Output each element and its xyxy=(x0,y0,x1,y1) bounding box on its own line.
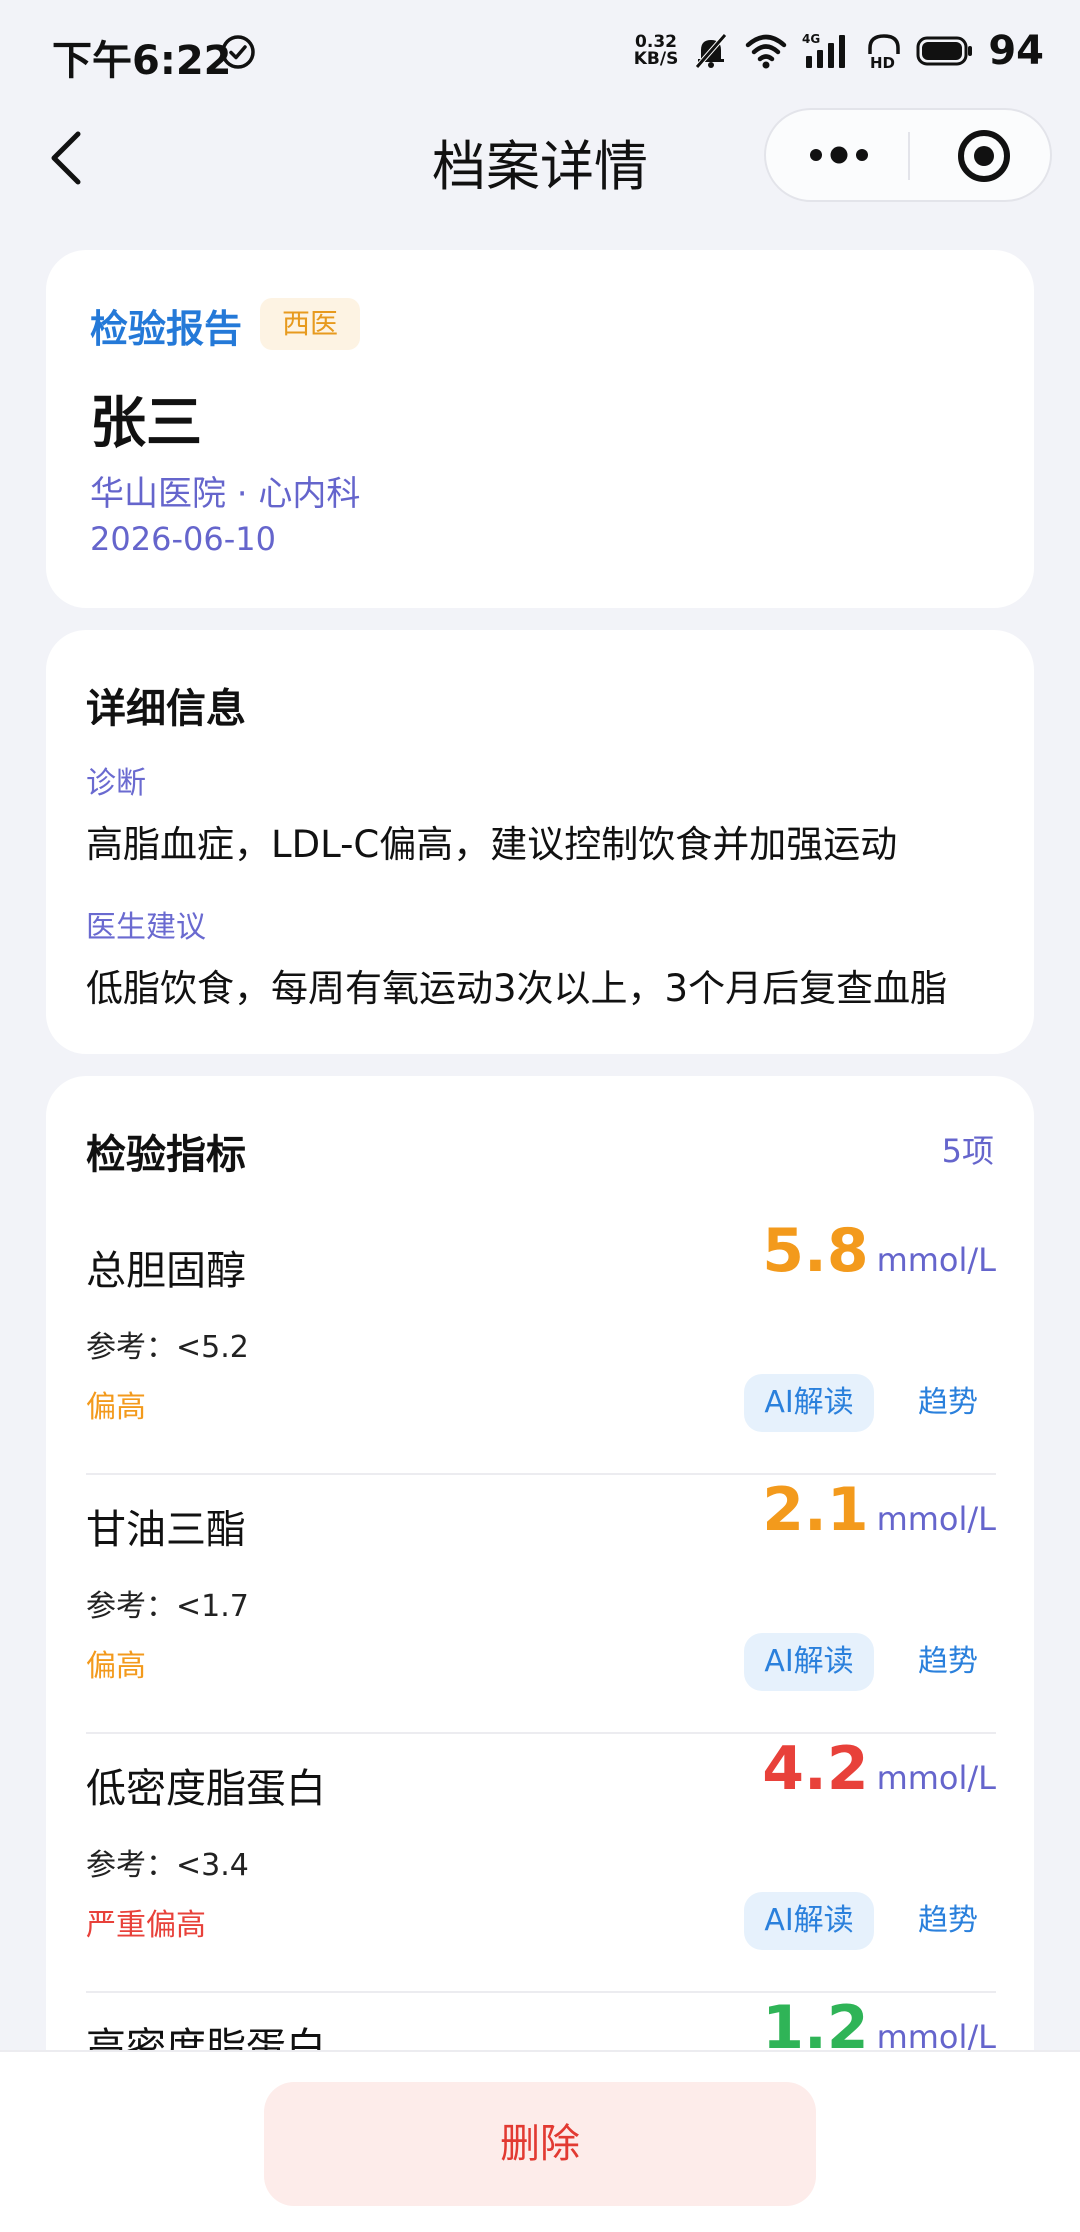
indicator-unit: mmol/L xyxy=(876,1241,996,1279)
network-speed: 0.32 KB/S xyxy=(634,34,679,68)
record-type: 检验报告 xyxy=(90,307,243,351)
ai-interpret-button[interactable]: AI解读 xyxy=(744,1374,874,1432)
indicator-reference: 参考：<1.7 xyxy=(86,1589,249,1624)
indicator-count: 5项 xyxy=(941,1132,994,1170)
target-icon[interactable] xyxy=(956,128,1012,184)
indicator-value-group: 5.8 mmol/L xyxy=(762,1216,996,1286)
indicator-value: 5.8 xyxy=(762,1216,869,1286)
capsule-divider xyxy=(908,132,910,180)
detail-info-card: 详细信息 诊断 高脂血症，LDL-C偏高，建议控制饮食并加强运动 医生建议 低脂… xyxy=(46,630,1034,1054)
delete-button[interactable]: 删除 xyxy=(264,2082,816,2206)
status-bar: 下午6:22 0.32 KB/S 4G HD 94 xyxy=(0,0,1080,104)
mute-bell-icon xyxy=(695,33,728,69)
wifi-icon xyxy=(746,34,787,69)
bottom-action-bar: 删除 xyxy=(0,2050,1080,2232)
advice-label: 医生建议 xyxy=(86,910,206,945)
trend-button[interactable]: 趋势 xyxy=(918,1633,978,1691)
diagnosis-label: 诊断 xyxy=(86,766,146,801)
trend-button[interactable]: 趋势 xyxy=(918,1374,978,1432)
network-speed-unit: KB/S xyxy=(633,49,679,69)
indicator-status: 偏高 xyxy=(86,1390,146,1425)
record-summary-card: 检验报告 西医 张三 华山医院 · 心内科 2026-06-10 xyxy=(46,250,1034,608)
indicators-card: 检验指标 5项 总胆固醇 5.8 mmol/L 参考：<5.2 偏高 AI解读 … xyxy=(46,1076,1034,2176)
indicator-name: 低密度脂蛋白 xyxy=(86,1766,326,1812)
record-date: 2026-06-10 xyxy=(90,520,276,558)
indicator-value: 4.2 xyxy=(762,1734,869,1804)
indicator-unit: mmol/L xyxy=(876,1759,996,1797)
indicator-value-group: 4.2 mmol/L xyxy=(762,1734,996,1804)
indicator-reference: 参考：<5.2 xyxy=(86,1330,249,1365)
svg-text:HD: HD xyxy=(870,54,895,70)
battery-level: 94 xyxy=(988,28,1044,74)
indicator-list: 总胆固醇 5.8 mmol/L 参考：<5.2 偏高 AI解读 趋势 甘油三酯 … xyxy=(86,1216,996,2176)
category-badge: 西医 xyxy=(260,298,361,350)
diagnosis-value: 高脂血症，LDL-C偏高，建议控制饮食并加强运动 xyxy=(86,823,898,866)
indicator-value-group: 2.1 mmol/L xyxy=(762,1475,996,1545)
status-time: 下午6:22 xyxy=(52,38,232,84)
mini-program-capsule xyxy=(764,108,1052,202)
indicator-row: 总胆固醇 5.8 mmol/L 参考：<5.2 偏高 AI解读 趋势 xyxy=(86,1216,996,1475)
ai-interpret-button[interactable]: AI解读 xyxy=(744,1892,874,1950)
indicator-row: 甘油三酯 2.1 mmol/L 参考：<1.7 偏高 AI解读 趋势 xyxy=(86,1475,996,1734)
hd-icon: HD xyxy=(868,34,901,70)
trend-button[interactable]: 趋势 xyxy=(918,1892,978,1950)
network-type: 4G xyxy=(802,32,820,46)
detail-section-title: 详细信息 xyxy=(86,686,246,732)
indicator-name: 总胆固醇 xyxy=(86,1248,246,1294)
indicator-reference: 参考：<3.4 xyxy=(86,1848,249,1883)
advice-value: 低脂饮食，每周有氧运动3次以上，3个月后复查血脂 xyxy=(86,967,948,1010)
more-icon[interactable] xyxy=(804,140,874,170)
hospital-department: 华山医院 · 心内科 xyxy=(90,474,361,514)
indicator-name: 甘油三酯 xyxy=(86,1507,246,1553)
signal-icon: 4G xyxy=(802,32,846,68)
ai-interpret-button[interactable]: AI解读 xyxy=(744,1633,874,1691)
indicator-unit: mmol/L xyxy=(876,1500,996,1538)
battery-icon xyxy=(916,36,973,66)
patient-name: 张三 xyxy=(90,391,202,456)
indicator-status: 偏高 xyxy=(86,1649,146,1684)
nav-bar: 档案详情 xyxy=(0,104,1080,208)
check-circle-icon xyxy=(221,35,255,69)
indicator-row: 低密度脂蛋白 4.2 mmol/L 参考：<3.4 严重偏高 AI解读 趋势 xyxy=(86,1734,996,1993)
indicator-value: 2.1 xyxy=(762,1475,869,1545)
indicators-section-title: 检验指标 xyxy=(86,1132,246,1178)
indicator-status: 严重偏高 xyxy=(86,1908,206,1943)
